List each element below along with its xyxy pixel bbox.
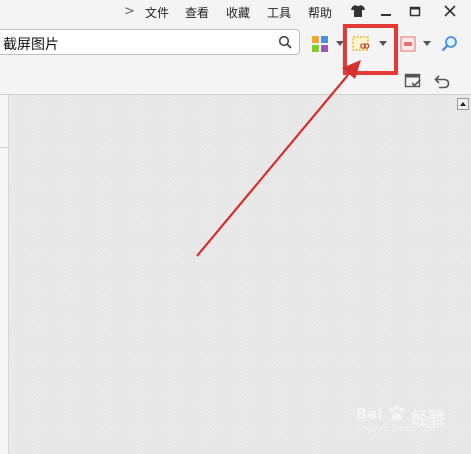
annotation-arrow [196,60,361,257]
paw-icon [389,405,405,422]
watermark-url: jingyan.baidu.com [356,424,440,434]
watermark-brand-latin: Bai [356,405,383,423]
baidu-watermark: Bai 经验 jingyan.baidu.com [356,402,468,436]
